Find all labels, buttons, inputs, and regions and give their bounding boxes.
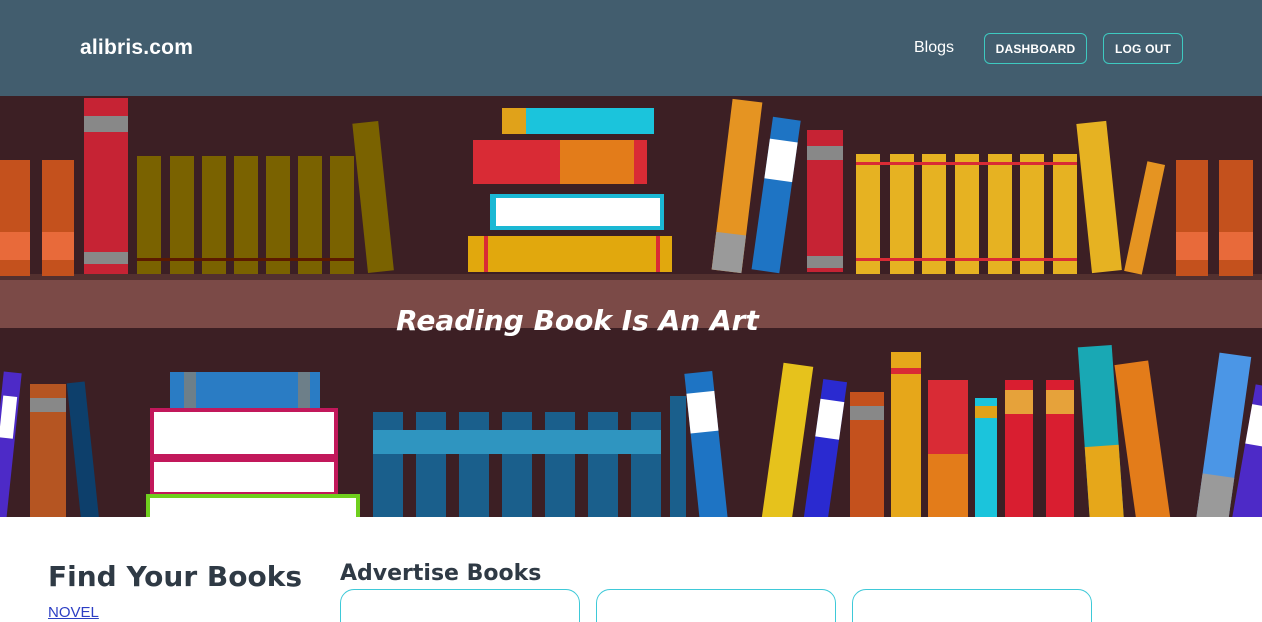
category-link-novel[interactable]: NOVEL (48, 604, 99, 621)
nav-link-blogs[interactable]: Blogs (914, 39, 954, 57)
logout-button[interactable]: LOG OUT (1103, 33, 1183, 64)
ad-card[interactable] (852, 589, 1092, 622)
ad-card[interactable] (340, 589, 580, 622)
brand-logo[interactable]: alibris.com (80, 36, 193, 60)
hero-banner: Reading Book Is An Art (0, 96, 1262, 517)
advertise-books-heading: Advertise Books (340, 561, 542, 586)
navbar: alibris.com Blogs DASHBOARD LOG OUT (0, 0, 1262, 96)
ad-card[interactable] (596, 589, 836, 622)
find-books-heading: Find Your Books (48, 560, 302, 593)
dashboard-button[interactable]: DASHBOARD (984, 33, 1087, 64)
hero-title: Reading Book Is An Art (396, 304, 759, 337)
